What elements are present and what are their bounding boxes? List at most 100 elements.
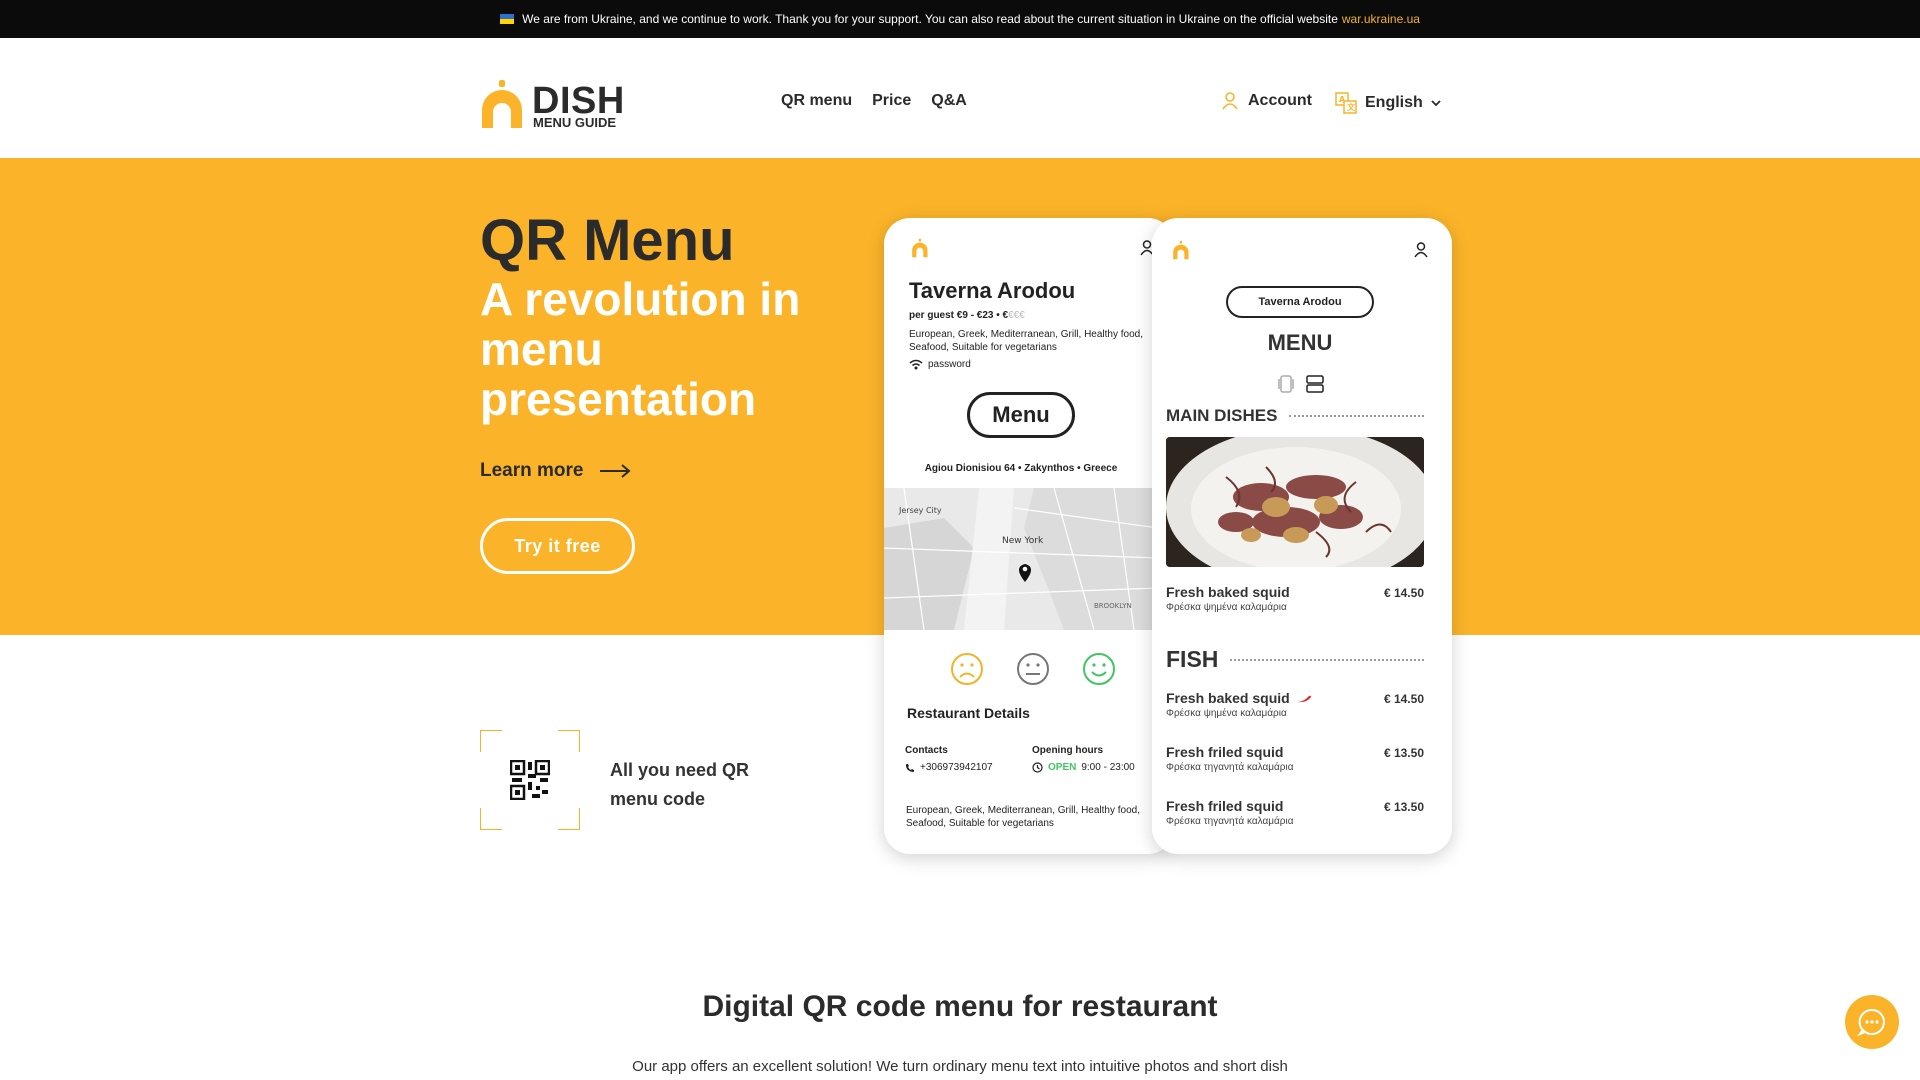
heading-divider (1230, 658, 1424, 661)
dish-alt-name: Φρέσκα τηγανητά καλαμάρια (1166, 816, 1294, 827)
neutral-face-icon[interactable] (1016, 652, 1050, 686)
svg-text:文: 文 (1347, 102, 1356, 112)
dish-alt-name: Φρέσκα τηγανητά καλαμάρια (1166, 762, 1294, 773)
view-toggle (1278, 375, 1324, 393)
restaurant-name: Taverna Arodou (909, 278, 1076, 303)
try-free-button[interactable]: Try it free (480, 518, 635, 574)
user-icon (1222, 92, 1238, 110)
cuisine-list: European, Greek, Mediterranean, Grill, H… (909, 329, 1144, 353)
logo[interactable]: DISH MENU GUIDE (480, 78, 625, 130)
translate-icon: A 文 (1335, 92, 1357, 114)
svg-text:A: A (1339, 95, 1346, 104)
frame-corner (480, 730, 502, 752)
main-dishes-heading: MAIN DISHES (1166, 406, 1424, 426)
map-graphic: Jersey City New York BROOKLYN (884, 488, 1158, 630)
logo-cloche-icon (912, 238, 928, 258)
single-view-icon[interactable] (1278, 375, 1294, 393)
frame-corner (480, 808, 502, 830)
open-status: OPEN (1048, 762, 1077, 773)
menu-title: MENU (1267, 330, 1333, 355)
dish-price: € 13.50 (1383, 800, 1424, 814)
clock-icon (1032, 762, 1043, 773)
opening-hours-block: Opening hours OPEN 9:00 - 23:00 (1032, 745, 1135, 773)
map-label-new-york: New York (1002, 536, 1044, 546)
logo-subtitle: MENU GUIDE (533, 115, 617, 130)
contact-phone[interactable]: +306973942107 (920, 762, 993, 773)
section-title: Digital QR code menu for restaurant (702, 990, 1218, 1023)
qr-feature-icon-frame (480, 730, 580, 830)
dish-price: € 13.50 (1383, 746, 1424, 760)
phone-icon (906, 763, 914, 772)
account-link[interactable]: Account (1222, 92, 1312, 110)
main-nav: QR menu Price Q&A (781, 92, 967, 110)
guest-price-text: per guest €9 - €23 • € (909, 310, 1009, 321)
account-label: Account (1248, 92, 1312, 109)
contacts-label: Contacts (905, 745, 948, 756)
logo-cloche-icon (1173, 240, 1189, 260)
squid-dish-image (1166, 437, 1424, 567)
happy-face-icon[interactable] (1082, 652, 1116, 686)
heading-divider (1289, 415, 1424, 417)
fish-heading: FISH (1166, 646, 1424, 673)
hero-subtitle: A revolution in menu presentation (480, 273, 801, 425)
menu-button[interactable]: Menu (967, 392, 1075, 438)
restaurant-address: Agiou Dionisiou 64 • Zakynthos • Greece (924, 463, 1118, 474)
language-selector[interactable]: A 文 English (1335, 92, 1441, 114)
ukraine-banner: We are from Ukraine, and we continue to … (0, 0, 1920, 38)
frame-corner (558, 808, 580, 830)
list-view-icon[interactable] (1306, 375, 1324, 393)
footer-cuisine: European, Greek, Mediterranean, Grill, H… (906, 805, 1141, 829)
restaurant-pill[interactable]: Taverna Arodou (1226, 286, 1374, 318)
chevron-down-icon (1431, 100, 1441, 107)
dish-alt-name: Φρέσκα ψημένα καλαμάρια (1166, 602, 1287, 613)
wifi-icon (909, 359, 923, 370)
main-dishes-label: MAIN DISHES (1166, 406, 1278, 425)
dish-item[interactable]: Fresh baked squid Φρέσκα ψημένα καλαμάρι… (1166, 690, 1424, 719)
phone-mockup-restaurant: Taverna Arodou per guest €9 - €23 • €€€€… (884, 218, 1174, 854)
guest-price: per guest €9 - €23 • €€€€ (909, 310, 1025, 321)
chat-icon (1857, 1008, 1885, 1037)
guest-price-dim: €€€ (1008, 310, 1025, 321)
phone-mockup-menu: Taverna Arodou MENU MAIN DISHES Fresh ba… (1152, 218, 1452, 854)
dish-alt-name: Φρέσκα ψημένα καλαμάρια (1166, 708, 1287, 719)
wifi-password: password (928, 359, 971, 370)
hero-title: QR Menu (480, 208, 735, 273)
dish-item[interactable]: Fresh friled squid Φρέσκα τηγανητά καλαμ… (1166, 744, 1424, 773)
dish-item[interactable]: Fresh friled squid Φρέσκα τηγανητά καλαμ… (1166, 798, 1424, 827)
user-icon (1414, 242, 1428, 258)
rating-faces (950, 652, 1116, 686)
restaurant-details-title: Restaurant Details (907, 705, 1030, 721)
dish-item[interactable]: Fresh baked squid Φρέσκα ψημένα καλαμάρι… (1166, 584, 1424, 613)
qr-feature-text: All you need QR menu code (610, 760, 750, 809)
arrow-right-icon (600, 464, 632, 478)
flag-icon (500, 14, 515, 24)
opening-hours: 9:00 - 23:00 (1081, 762, 1135, 773)
dish-price: € 14.50 (1383, 692, 1424, 706)
fish-label: FISH (1166, 646, 1219, 672)
opening-hours-label: Opening hours (1032, 745, 1104, 756)
nav-qr-menu[interactable]: QR menu (781, 92, 852, 110)
banner-text: We are from Ukraine, and we continue to … (522, 12, 1338, 26)
contacts-block: Contacts +306973942107 (905, 745, 993, 773)
site-header: DISH MENU GUIDE QR menu Price Q&A Accoun… (0, 38, 1920, 158)
dish-price: € 14.50 (1383, 586, 1424, 600)
map-label-brooklyn: BROOKLYN (1094, 602, 1132, 610)
dish-photo[interactable] (1166, 437, 1424, 567)
nav-price[interactable]: Price (872, 92, 911, 110)
frame-corner (558, 730, 580, 752)
learn-more-link[interactable]: Learn more (480, 460, 632, 482)
location-map[interactable]: Jersey City New York BROOKLYN (884, 488, 1158, 630)
wifi-info: password (909, 359, 971, 370)
nav-qa[interactable]: Q&A (931, 92, 967, 110)
banner-link[interactable]: war.ukraine.ua (1342, 12, 1420, 26)
sad-face-icon[interactable] (950, 652, 984, 686)
dish-name: Fresh baked squid (1166, 690, 1290, 706)
chat-button[interactable] (1845, 995, 1899, 1049)
chili-icon (1296, 695, 1311, 702)
logo-cloche-icon (482, 80, 522, 128)
map-label-jersey-city: Jersey City (898, 506, 942, 515)
learn-more-label: Learn more (480, 460, 584, 481)
language-label: English (1365, 94, 1423, 111)
section-text: Our app offers an excellent solution! We… (632, 1058, 1288, 1075)
qr-code-icon (510, 760, 550, 800)
